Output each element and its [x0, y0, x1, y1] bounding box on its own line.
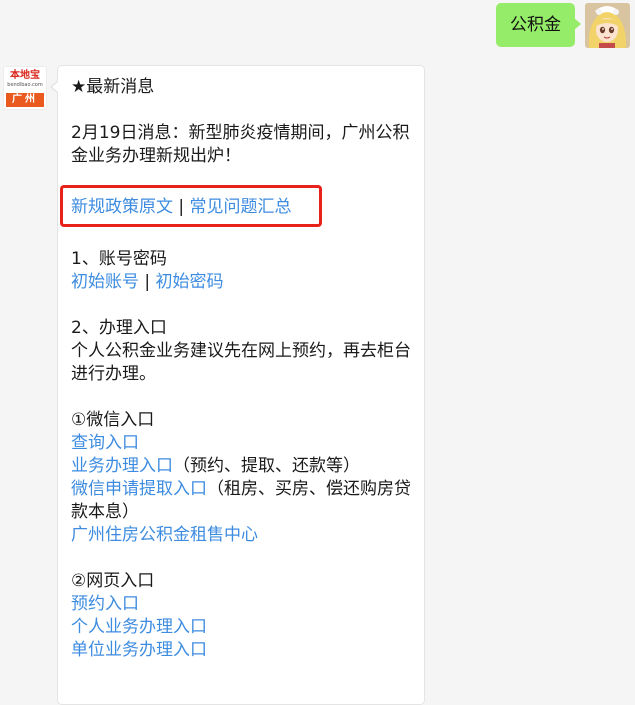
personal-business-link[interactable]: 个人业务办理入口 — [71, 616, 411, 639]
business-note: （预约、提取、还款等） — [173, 456, 360, 476]
appointment-link[interactable]: 预约入口 — [71, 593, 411, 616]
separator: | — [139, 272, 156, 292]
initial-password-link[interactable]: 初始密码 — [156, 272, 224, 292]
withdraw-link[interactable]: 微信申请提取入口 — [71, 479, 207, 499]
policy-links-row: 新规政策原文 | 常见问题汇总 — [71, 196, 411, 219]
company-business-link[interactable]: 单位业务办理入口 — [71, 639, 411, 662]
bendibao-avatar[interactable]: 本地宝 bendibao.com 广州 — [3, 66, 47, 110]
bendibao-brand: 本地宝 — [10, 70, 40, 81]
query-link[interactable]: 查询入口 — [71, 432, 411, 455]
user-message-text: 公积金 — [510, 15, 561, 35]
withdraw-row: 微信申请提取入口（租房、买房、偿还购房贷款本息） — [71, 478, 411, 524]
bendibao-url: bendibao.com — [7, 82, 43, 88]
headline: ★最新消息 — [71, 77, 155, 97]
section2-desc: 个人公积金业务建议先在网上预约，再去柜台进行办理。 — [71, 341, 411, 384]
reply-bubble: ★最新消息 2月19日消息：新型肺炎疫情期间，广州公积金业务办理新规出炉！ 新规… — [50, 65, 425, 705]
wechat-title: ①微信入口 — [71, 410, 155, 430]
web-title: ②网页入口 — [71, 571, 155, 591]
account-links-row: 初始账号 | 初始密码 — [71, 271, 411, 294]
business-link[interactable]: 业务办理入口 — [71, 456, 173, 476]
policy-link[interactable]: 新规政策原文 — [71, 197, 173, 217]
faq-link[interactable]: 常见问题汇总 — [190, 197, 292, 217]
separator: | — [173, 197, 190, 217]
section2-title: 2、办理入口 — [71, 318, 167, 338]
rental-center-link[interactable]: 广州住房公积金租售中心 — [71, 524, 411, 547]
user-message-bubble: 公积金 — [496, 3, 581, 47]
initial-account-link[interactable]: 初始账号 — [71, 272, 139, 292]
news-text: 2月19日消息：新型肺炎疫情期间，广州公积金业务办理新规出炉！ — [71, 123, 410, 166]
user-avatar[interactable] — [585, 3, 630, 48]
bendibao-city: 广州 — [6, 93, 44, 107]
business-row: 业务办理入口（预约、提取、还款等） — [71, 455, 411, 478]
bendibao-logo: 本地宝 bendibao.com — [4, 67, 46, 93]
section1-title: 1、账号密码 — [71, 249, 167, 269]
anime-girl-avatar-icon — [585, 3, 630, 48]
